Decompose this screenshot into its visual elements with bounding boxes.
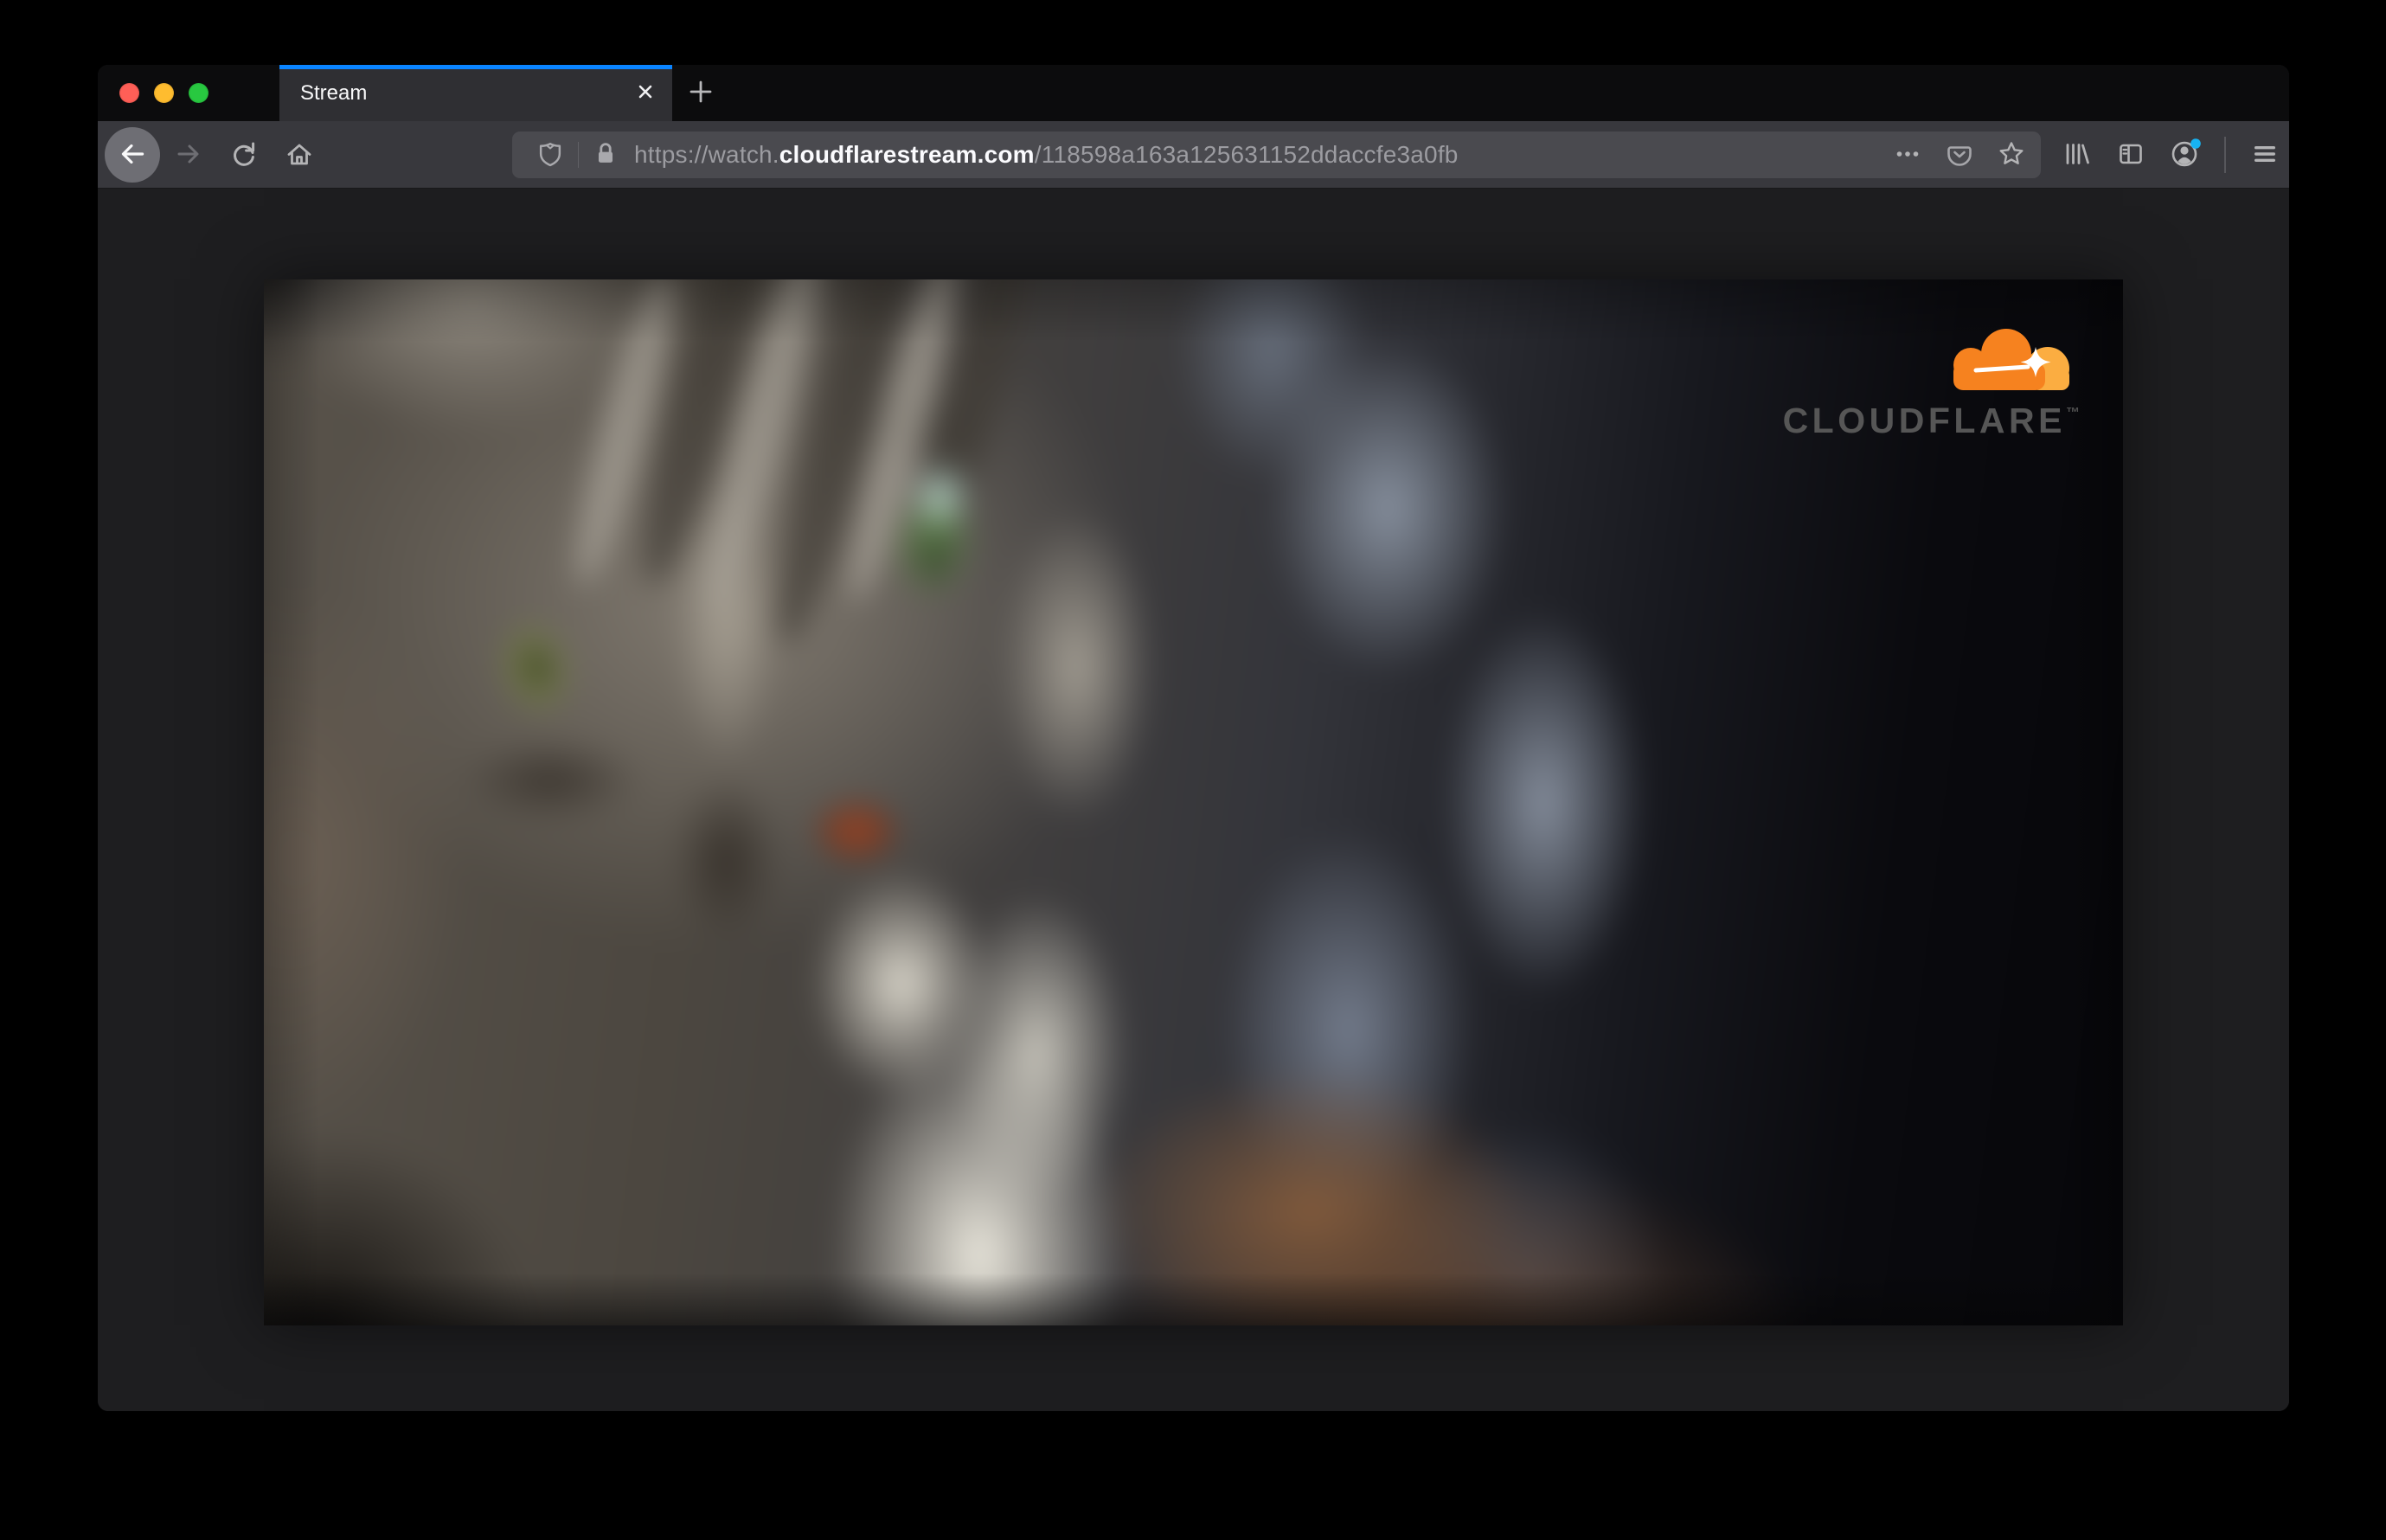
- pocket-button[interactable]: [1944, 139, 1975, 170]
- tab-stream[interactable]: Stream: [279, 65, 672, 121]
- plus-icon: [687, 78, 715, 108]
- ellipsis-icon: [1892, 138, 1923, 172]
- shield-icon: [536, 142, 565, 171]
- toolbar-right-group: [2061, 121, 2280, 189]
- back-button[interactable]: [105, 127, 160, 183]
- tab-title: Stream: [300, 80, 368, 105]
- forward-button[interactable]: [173, 139, 204, 170]
- reload-icon: [228, 138, 260, 172]
- bookmark-star-button[interactable]: [1996, 139, 2027, 170]
- sidebar-button[interactable]: [2115, 139, 2146, 170]
- home-icon: [284, 138, 315, 172]
- library-button[interactable]: [2061, 139, 2092, 170]
- forward-icon: [173, 138, 204, 172]
- video-player[interactable]: CLOUDFLARE™: [264, 279, 2123, 1325]
- library-icon: [2061, 138, 2092, 172]
- tab-bar: Stream: [98, 65, 2289, 121]
- desktop: { "tab_bar": { "active_tab_title": "Stre…: [0, 0, 2386, 1540]
- menu-button[interactable]: [2249, 139, 2280, 170]
- window-minimize-button[interactable]: [154, 83, 174, 103]
- addressbar-divider: [578, 142, 579, 168]
- cloudflare-wordmark: CLOUDFLARE™: [1783, 403, 2080, 439]
- window-zoom-button[interactable]: [189, 83, 208, 103]
- trademark-symbol: ™: [2066, 406, 2080, 420]
- home-button[interactable]: [284, 139, 315, 170]
- url-prefix: https://watch.: [634, 141, 779, 168]
- tab-close-button[interactable]: [631, 79, 660, 108]
- cloudflare-cloud-icon: [1938, 324, 2076, 396]
- hamburger-icon: [2249, 138, 2280, 172]
- page-content: CLOUDFLARE™: [98, 189, 2289, 1411]
- traffic-lights: [119, 65, 208, 121]
- url-domain: cloudflarestream.com: [779, 141, 1035, 168]
- lock-icon: [591, 138, 620, 172]
- pocket-icon: [1944, 138, 1975, 172]
- cloudflare-wordmark-text: CLOUDFLARE: [1782, 401, 2066, 440]
- account-icon: [2168, 137, 2203, 174]
- reload-button[interactable]: [228, 139, 260, 170]
- cloudflare-logo: CLOUDFLARE™: [1783, 324, 2080, 439]
- address-bar[interactable]: https://watch.cloudflarestream.com/11859…: [512, 132, 2041, 178]
- toolbar-divider: [2224, 137, 2226, 173]
- page-actions-button[interactable]: [1892, 139, 1923, 170]
- window-close-button[interactable]: [119, 83, 139, 103]
- url-text[interactable]: https://watch.cloudflarestream.com/11859…: [634, 141, 1871, 169]
- sidebar-icon: [2115, 138, 2146, 172]
- back-icon: [116, 138, 149, 173]
- close-icon: [635, 81, 656, 105]
- account-button[interactable]: [2170, 138, 2201, 170]
- star-icon: [1996, 138, 2027, 172]
- tracking-protection-button[interactable]: [535, 139, 566, 170]
- navigation-toolbar: https://watch.cloudflarestream.com/11859…: [98, 121, 2289, 189]
- new-tab-button[interactable]: [680, 65, 722, 121]
- browser-window: Stream https://watch.cloudflarestream.co…: [98, 65, 2289, 1411]
- notification-badge: [2190, 138, 2201, 149]
- url-path: /118598a163a125631152ddaccfe3a0fb: [1034, 141, 1459, 168]
